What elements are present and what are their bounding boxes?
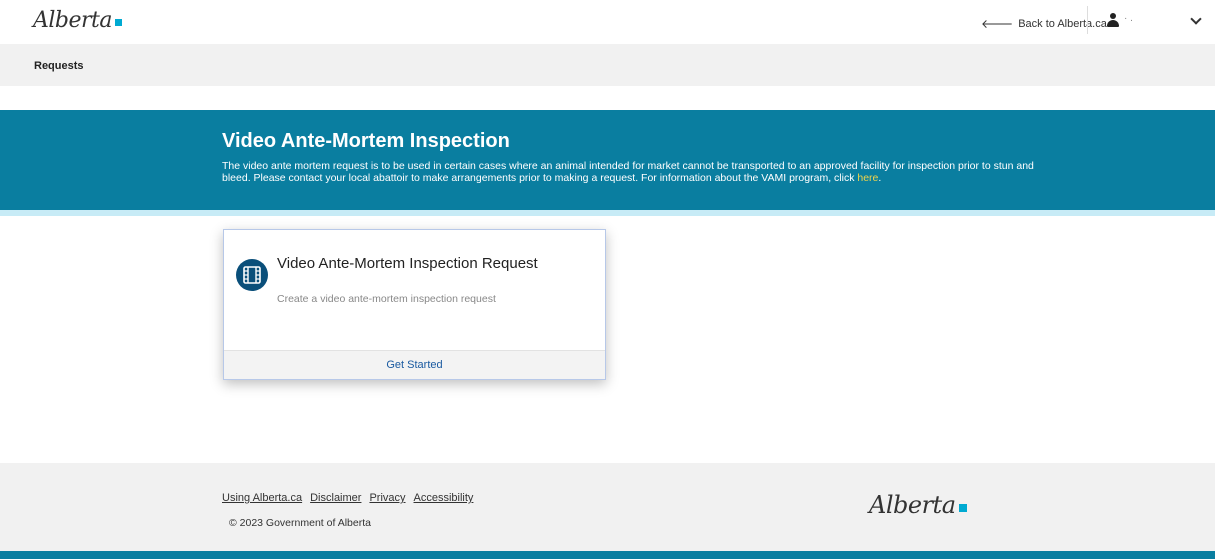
card-title: Video Ante-Mortem Inspection Request [277, 255, 538, 272]
copyright-text: © 2023 Government of Alberta [229, 517, 371, 529]
subnav-bar: Requests [0, 44, 1215, 86]
top-header: Alberta 🡐 Back to Alberta.ca · . [0, 0, 1215, 44]
footer-link-disclaimer[interactable]: Disclaimer [310, 492, 361, 504]
banner-accent-strip [0, 210, 1215, 216]
banner-text-end: . [878, 172, 882, 184]
header-divider [1087, 6, 1088, 34]
footer-logo-text: Alberta [869, 491, 956, 519]
alberta-logo[interactable]: Alberta [33, 8, 122, 33]
user-icon [1106, 13, 1120, 29]
logo-square-icon [958, 504, 967, 512]
footer-links: Using Alberta.ca Disclaimer Privacy Acce… [222, 492, 473, 504]
vami-info-link[interactable]: here [857, 172, 878, 184]
chevron-down-icon [1190, 13, 1202, 25]
page-footer: Using Alberta.ca Disclaimer Privacy Acce… [0, 463, 1215, 551]
banner-description: The video ante mortem request is to be u… [222, 160, 1042, 184]
footer-link-privacy[interactable]: Privacy [369, 492, 405, 504]
page-banner: Video Ante-Mortem Inspection The video a… [0, 110, 1215, 210]
footer-link-using-alberta[interactable]: Using Alberta.ca [222, 492, 302, 504]
back-link-label: Back to Alberta.ca [1018, 17, 1107, 30]
footer-alberta-logo: Alberta [869, 491, 967, 519]
user-menu[interactable]: · . [1106, 13, 1206, 33]
user-name: · . [1124, 13, 1133, 24]
logo-square-icon [115, 19, 122, 26]
get-started-button[interactable]: Get Started [224, 350, 605, 379]
banner-text: The video ante mortem request is to be u… [222, 160, 1034, 184]
footer-link-accessibility[interactable]: Accessibility [414, 492, 474, 504]
card-subtitle: Create a video ante-mortem inspection re… [277, 293, 496, 305]
logo-text: Alberta [33, 8, 113, 33]
film-icon [236, 259, 268, 291]
subnav-title[interactable]: Requests [34, 60, 84, 72]
page-title: Video Ante-Mortem Inspection [222, 130, 510, 152]
request-card[interactable]: Video Ante-Mortem Inspection Request Cre… [223, 229, 606, 380]
footer-bottom-bar [0, 551, 1215, 559]
arrow-left-icon: 🡐 [981, 17, 1014, 31]
